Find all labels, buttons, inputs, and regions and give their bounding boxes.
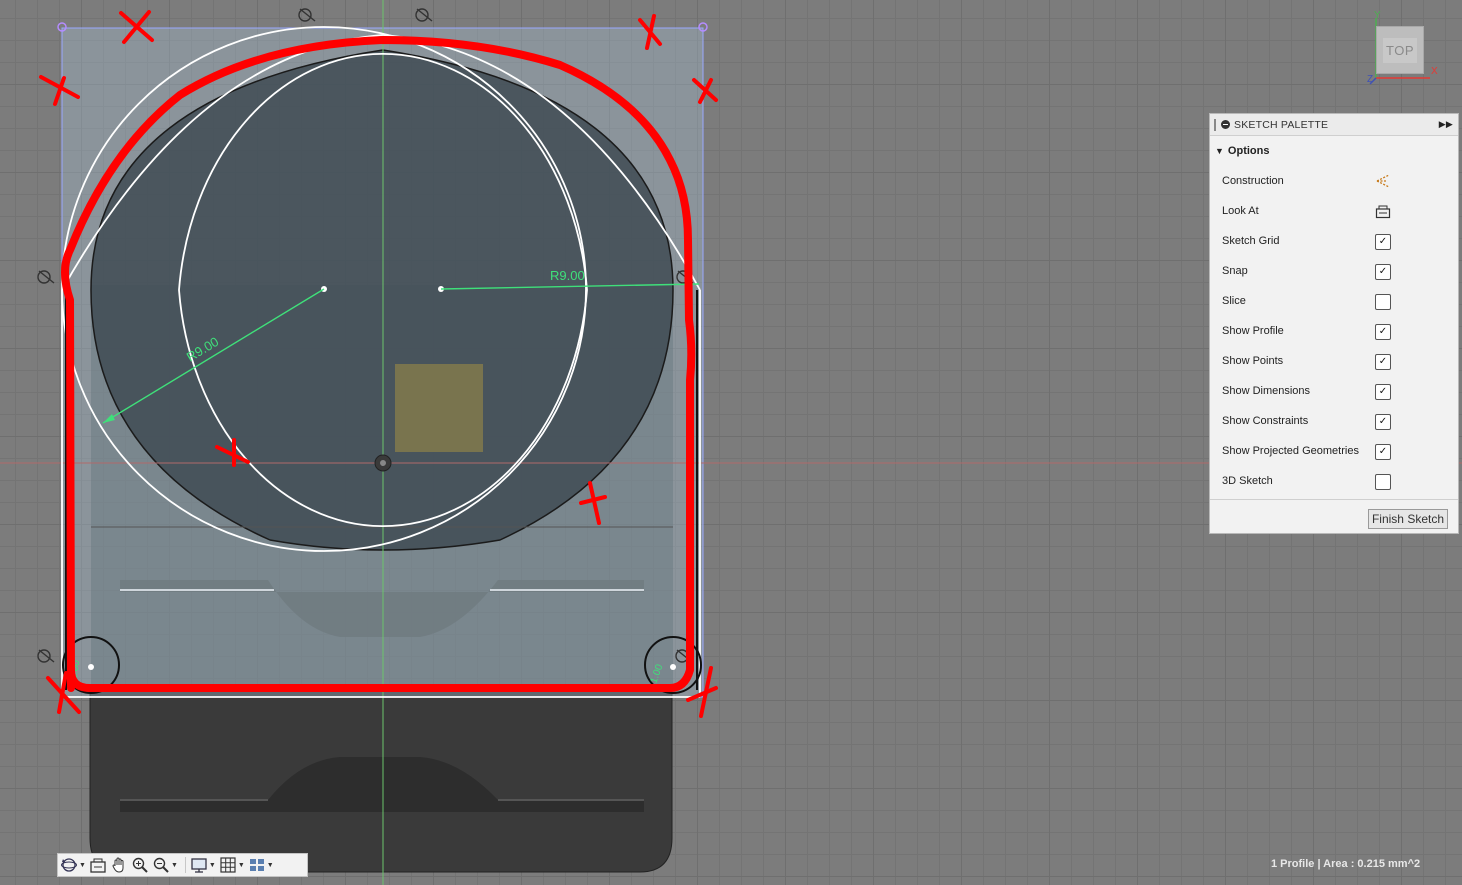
right-radius-label: R9.00 [550,268,585,283]
sketch-palette-title: SKETCH PALETTE [1234,118,1329,131]
option-3d-sketch[interactable]: 3D Sketch [1210,466,1458,496]
option-construction[interactable]: Construction [1210,166,1458,196]
sketch-grid-checkbox[interactable]: ✓ [1375,234,1391,250]
view-cube[interactable]: TOP Y X Z [1366,10,1440,88]
grid-icon [220,857,236,873]
option-label: 3D Sketch [1222,475,1273,487]
look-at-icon [90,858,106,873]
expand-icon[interactable]: ▶▶ [1439,119,1453,130]
show-dimensions-checkbox[interactable]: ✓ [1375,384,1391,400]
option-label: Construction [1222,175,1284,187]
option-show-points[interactable]: Show Points ✓ [1210,346,1458,376]
caret-down-icon: ▼ [266,861,274,869]
show-constraints-checkbox[interactable]: ✓ [1375,414,1391,430]
viewports-icon [249,859,264,871]
drag-handle-icon[interactable] [1214,118,1216,131]
profile-area-status: 1 Profile | Area : 0.215 mm^2 [1271,858,1421,870]
orbit-tool[interactable]: ▼ [60,854,86,876]
show-profile-checkbox[interactable]: ✓ [1375,324,1391,340]
caret-down-icon: ▼ [237,861,245,869]
tangent-constraint-icon [37,649,55,663]
view-cube-top-face[interactable]: TOP [1376,26,1424,74]
options-section-label: Options [1227,145,1270,157]
option-label: Sketch Grid [1222,235,1280,247]
caret-down-icon: ▼ [79,861,86,869]
look-at-icon[interactable] [1375,204,1391,219]
option-show-constraints[interactable]: Show Constraints ✓ [1210,406,1458,436]
sketch-palette-header[interactable]: SKETCH PALETTE ▶▶ [1210,114,1458,136]
option-label: Show Dimensions [1222,385,1311,397]
option-slice[interactable]: Slice [1210,286,1458,316]
option-label: Show Constraints [1222,415,1309,427]
pan-tool[interactable] [110,854,128,876]
orbit-icon [61,858,77,872]
viewports-tool[interactable]: ▼ [248,854,274,876]
toolbar-divider [184,857,186,873]
option-label: Show Profile [1222,325,1284,337]
option-label: Show Points [1222,355,1284,367]
option-label: Slice [1222,295,1246,307]
look-at-tool[interactable] [89,854,107,876]
option-show-dimensions[interactable]: Show Dimensions ✓ [1210,376,1458,406]
lower-body [89,689,673,873]
show-points-checkbox[interactable]: ✓ [1375,354,1391,370]
caret-down-icon: ▼ [1215,146,1224,156]
option-sketch-grid[interactable]: Sketch Grid ✓ [1210,226,1458,256]
snap-checkbox[interactable]: ✓ [1375,264,1391,280]
option-label: Look At [1222,205,1259,217]
tangent-constraint-icon [298,8,316,22]
slice-checkbox[interactable] [1375,294,1391,310]
options-section-header[interactable]: ▼ Options [1210,136,1458,166]
tangent-constraint-icon [37,270,55,284]
sketch-palette-footer: Finish Sketch [1210,499,1458,535]
option-show-projected-geometries[interactable]: Show Projected Geometries ✓ [1210,436,1458,466]
sketch-palette: SKETCH PALETTE ▶▶ ▼ Options Construction… [1209,113,1459,534]
upper-body [90,49,674,690]
display-settings-tool[interactable]: ▼ [190,854,216,876]
zoom-icon [153,857,169,873]
option-look-at[interactable]: Look At [1210,196,1458,226]
collapse-icon[interactable] [1221,120,1230,129]
caret-down-icon: ▼ [208,861,216,869]
pan-icon [112,857,124,873]
construction-icon[interactable] [1375,174,1390,188]
display-settings-icon [191,858,207,873]
zoom-tool[interactable]: ▼ [152,854,178,876]
option-show-profile[interactable]: Show Profile ✓ [1210,316,1458,346]
finish-sketch-button[interactable]: Finish Sketch [1367,509,1448,529]
axis-x-label: X [1431,66,1438,77]
navigation-toolbar: ▼ ▼ ▼ ▼ ▼ [57,853,308,877]
origin-point[interactable] [374,454,392,472]
option-label: Show Projected Geometries [1222,445,1359,457]
caret-down-icon: ▼ [170,861,178,869]
grid-settings-tool[interactable]: ▼ [219,854,245,876]
option-label: Snap [1222,265,1248,277]
tangent-constraint-icon [415,8,433,22]
3d-sketch-checkbox[interactable] [1375,474,1391,490]
axis-y-label: Y [1374,10,1381,21]
zoom-window-tool[interactable] [131,854,149,876]
option-snap[interactable]: Snap ✓ [1210,256,1458,286]
show-projected-geometries-checkbox[interactable]: ✓ [1375,444,1391,460]
zoom-window-icon [132,857,148,873]
axis-z-label: Z [1367,74,1374,85]
view-cube-label: TOP [1383,37,1417,63]
